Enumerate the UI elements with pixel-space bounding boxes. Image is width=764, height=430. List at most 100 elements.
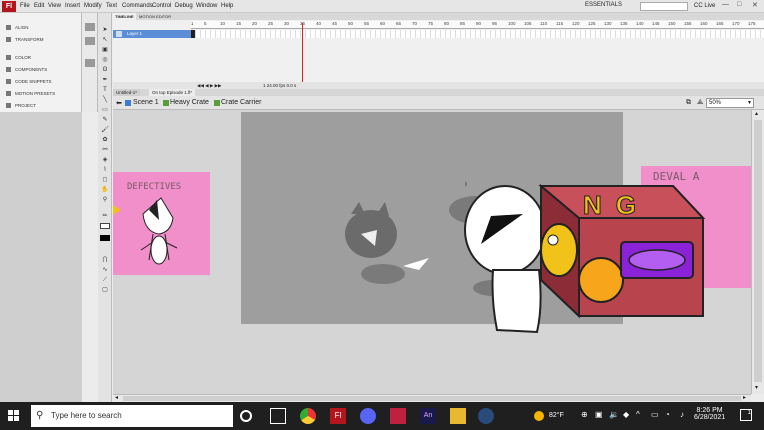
cc-live-button[interactable]: CC Live: [694, 3, 715, 9]
lasso-tool-icon[interactable]: ʘ: [100, 67, 110, 74]
workspace-switcher[interactable]: ESSENTIALS: [585, 2, 622, 8]
wifi-icon[interactable]: ◔: [665, 410, 670, 419]
text-tool-icon[interactable]: T: [100, 87, 110, 94]
pen-tool-icon[interactable]: ✒: [100, 77, 110, 84]
menu-view[interactable]: View: [48, 3, 61, 9]
clock[interactable]: 8:26 PM 6/28/2021: [694, 407, 725, 421]
brush-tool-icon[interactable]: 🖌: [100, 127, 110, 134]
speaker-icon[interactable]: 🔉: [609, 410, 619, 419]
network-icon[interactable]: ⊕: [581, 410, 588, 419]
scroll-right-icon[interactable]: ▸: [743, 395, 746, 402]
tab-untitled[interactable]: Untitled-1*: [113, 89, 141, 96]
line-tool-icon[interactable]: ╲: [100, 97, 110, 104]
subselection-tool-icon[interactable]: ↖: [100, 37, 110, 44]
zoom-select[interactable]: 50% ▾: [706, 98, 754, 108]
3d-rotation-tool-icon[interactable]: ◎: [100, 57, 110, 64]
horizontal-scrollbar[interactable]: ◂ ▸: [113, 394, 751, 402]
free-transform-tool-icon[interactable]: ▣: [100, 47, 110, 54]
tab-motion-editor[interactable]: MOTION EDITOR: [137, 13, 173, 20]
deco-tool-icon[interactable]: ✿: [100, 137, 110, 144]
panel-components[interactable]: COMPONENTS: [15, 67, 47, 72]
panel-code-snippets[interactable]: CODE SNIPPETS: [15, 79, 52, 84]
straighten-icon[interactable]: ⟋: [100, 277, 110, 284]
stage-pasteboard[interactable]: DEFECTIVES DEVAL A NG: [113, 110, 751, 394]
breadcrumb-scene[interactable]: Scene 1: [133, 99, 159, 106]
dropbox-icon[interactable]: ◆: [623, 410, 629, 419]
paint-bucket-tool-icon[interactable]: ◈: [100, 157, 110, 164]
close-button[interactable]: ✕: [752, 1, 758, 9]
tab-episode[interactable]: On top Episode 1.fl*: [149, 89, 196, 96]
panel-align[interactable]: ALIGN: [15, 25, 29, 30]
steam-icon[interactable]: [478, 408, 494, 424]
option-icon[interactable]: ▢: [100, 287, 110, 294]
rectangle-tool-icon[interactable]: ▭: [100, 107, 110, 114]
library-icon[interactable]: [85, 37, 95, 45]
weather-temp[interactable]: 82°F: [549, 412, 564, 419]
flash-taskbar-icon[interactable]: Fl: [330, 408, 346, 424]
swatches-icon[interactable]: [85, 59, 95, 67]
menu-help[interactable]: Help: [221, 3, 233, 9]
edit-symbol-icon[interactable]: ⟁: [697, 99, 703, 107]
scroll-down-icon[interactable]: ▾: [755, 384, 758, 391]
action-center-icon[interactable]: 1: [740, 409, 752, 421]
menu-debug[interactable]: Debug: [175, 3, 193, 9]
animate-icon[interactable]: An: [420, 408, 436, 424]
volume-icon[interactable]: ♪: [680, 410, 684, 419]
chrome-icon[interactable]: [300, 408, 316, 424]
hand-tool-icon[interactable]: ✋: [100, 187, 110, 194]
smooth-icon[interactable]: ∿: [100, 267, 110, 274]
panel-project[interactable]: PROJECT: [15, 103, 36, 108]
tray-icon[interactable]: ▣: [595, 410, 603, 419]
breadcrumb-crate-carrier[interactable]: Crate Carrier: [221, 99, 261, 106]
taskbar-search-input[interactable]: ⚲ Type here to search: [31, 405, 233, 427]
scroll-up-icon[interactable]: ▴: [755, 110, 758, 117]
frame-ruler[interactable]: 1 5 10 15 20 25 30 35 40 45 50 55 60 65 …: [191, 21, 764, 29]
tab-timeline[interactable]: TIMELINE: [113, 13, 136, 20]
minimize-button[interactable]: —: [722, 1, 729, 8]
menu-file[interactable]: File: [20, 3, 30, 9]
panel-color[interactable]: COLOR: [15, 55, 31, 60]
weather-icon[interactable]: [534, 411, 544, 421]
back-arrow-icon[interactable]: ⬅: [116, 99, 122, 107]
menu-insert[interactable]: Insert: [65, 3, 80, 9]
stage-canvas[interactable]: [113, 110, 751, 394]
bone-tool-icon[interactable]: ⚯: [100, 147, 110, 154]
eraser-tool-icon[interactable]: ◻: [100, 177, 110, 184]
playhead[interactable]: [302, 23, 303, 89]
vertical-scrollbar[interactable]: ▴ ▾: [751, 110, 764, 394]
stroke-color-swatch[interactable]: [100, 235, 110, 241]
menu-commands[interactable]: Commands: [122, 3, 153, 9]
windows-start-icon[interactable]: [8, 410, 20, 422]
scroll-left-icon[interactable]: ◂: [115, 395, 118, 402]
fill-color-swatch[interactable]: [100, 223, 110, 229]
snap-magnet-icon[interactable]: ⋂: [100, 257, 110, 264]
file-explorer-icon[interactable]: [450, 408, 466, 424]
menu-modify[interactable]: Modify: [84, 3, 102, 9]
layer-frames[interactable]: [191, 30, 764, 38]
cortana-icon[interactable]: [240, 410, 252, 422]
menu-control[interactable]: Control: [152, 3, 171, 9]
menu-edit[interactable]: Edit: [34, 3, 44, 9]
maximize-button[interactable]: □: [737, 1, 741, 8]
properties-icon[interactable]: [85, 23, 95, 31]
keyframe[interactable]: [191, 30, 195, 38]
layer-name[interactable]: Layer 1: [127, 30, 142, 38]
eyedropper-tool-icon[interactable]: ⌇: [100, 167, 110, 174]
edit-scene-icon[interactable]: ⧉: [686, 99, 691, 107]
selection-tool-icon[interactable]: ➤: [100, 27, 110, 34]
stroke-color-icon[interactable]: ✏: [100, 213, 110, 220]
panel-motion-presets[interactable]: MOTION PRESETS: [15, 91, 55, 96]
help-search-input[interactable]: [640, 2, 688, 11]
breadcrumb-heavy-crate[interactable]: Heavy Crate: [170, 99, 209, 106]
discord-icon[interactable]: [360, 408, 376, 424]
menu-window[interactable]: Window: [196, 3, 217, 9]
scroll-thumb[interactable]: [754, 120, 762, 382]
battery-icon[interactable]: ▭: [651, 410, 659, 419]
notifications-chevron-icon[interactable]: ^: [636, 410, 640, 419]
menu-text[interactable]: Text: [106, 3, 117, 9]
layer-row[interactable]: [113, 30, 191, 38]
game-icon[interactable]: [390, 408, 406, 424]
scroll-thumb-h[interactable]: [123, 396, 741, 401]
task-view-icon[interactable]: [270, 408, 286, 424]
zoom-tool-icon[interactable]: ⚲: [100, 197, 110, 204]
